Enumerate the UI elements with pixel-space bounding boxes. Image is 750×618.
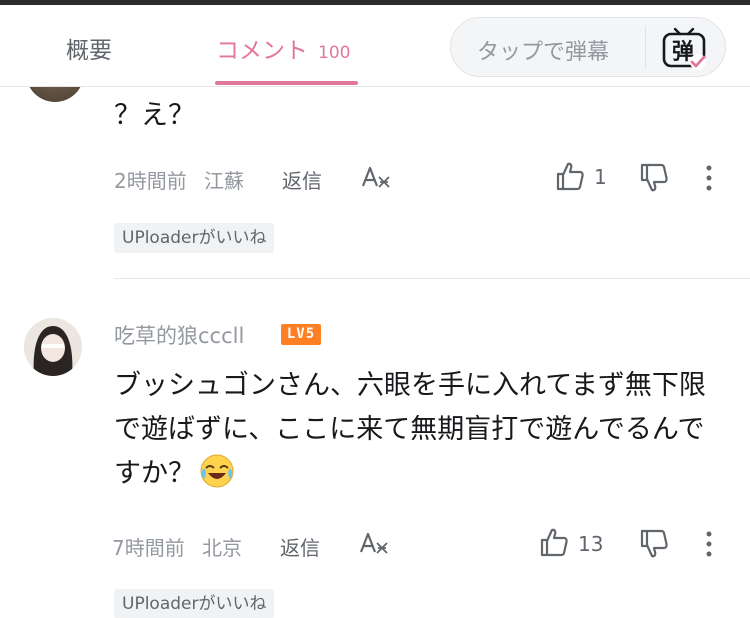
active-tab-indicator	[215, 81, 358, 85]
comment-time: 7時間前	[112, 536, 185, 560]
comment-divider	[114, 278, 750, 279]
commenter-avatar[interactable]	[24, 318, 82, 376]
reply-button[interactable]: 返信	[280, 532, 320, 561]
tab-bar: 概要 コメント 100 タップで弾幕 弹	[0, 5, 750, 87]
translate-icon[interactable]	[358, 530, 390, 558]
tab-intro[interactable]: 概要	[66, 31, 112, 65]
danmaku-input-placeholder[interactable]: タップで弾幕	[477, 34, 609, 66]
danmaku-input-pill[interactable]: タップで弾幕 弹	[450, 17, 726, 77]
avatar-image	[24, 318, 82, 376]
like-count: 1	[594, 165, 607, 189]
danmaku-toggle-icon[interactable]: 弹	[659, 24, 709, 72]
pill-divider	[645, 26, 646, 68]
thumbs-down-icon[interactable]	[638, 528, 670, 560]
comment-text: ？え？	[114, 100, 195, 131]
laughing-crying-emoji	[200, 454, 234, 488]
comment-time: 2時間前	[114, 169, 187, 193]
comment-location: 江蘇	[204, 169, 244, 193]
more-options-icon[interactable]	[700, 530, 718, 558]
thumbs-up-icon[interactable]	[538, 526, 570, 558]
uploader-liked-badge: UPloaderがいいね	[114, 589, 275, 618]
tab-comments-label: コメント	[216, 38, 308, 64]
thumbs-up-icon[interactable]	[554, 160, 586, 192]
tab-comments-count: 100	[318, 43, 351, 63]
more-options-icon[interactable]	[700, 164, 718, 192]
translate-icon[interactable]	[360, 164, 392, 192]
commenter-username[interactable]: 吃草的狼cccll	[114, 320, 244, 350]
comment-location: 北京	[202, 536, 242, 560]
thumbs-down-icon[interactable]	[638, 162, 670, 194]
reply-button[interactable]: 返信	[282, 165, 322, 194]
uploader-liked-badge: UPloaderがいいね	[114, 223, 275, 253]
like-count: 13	[578, 532, 604, 556]
comment-text: ブッシュゴンさん、六眼を手に入れてまず無下限で遊ばずに、ここに来て無期盲打で遊ん…	[114, 364, 714, 496]
user-level-badge: LV5	[281, 324, 321, 345]
tab-comments[interactable]: コメント 100	[216, 31, 350, 65]
